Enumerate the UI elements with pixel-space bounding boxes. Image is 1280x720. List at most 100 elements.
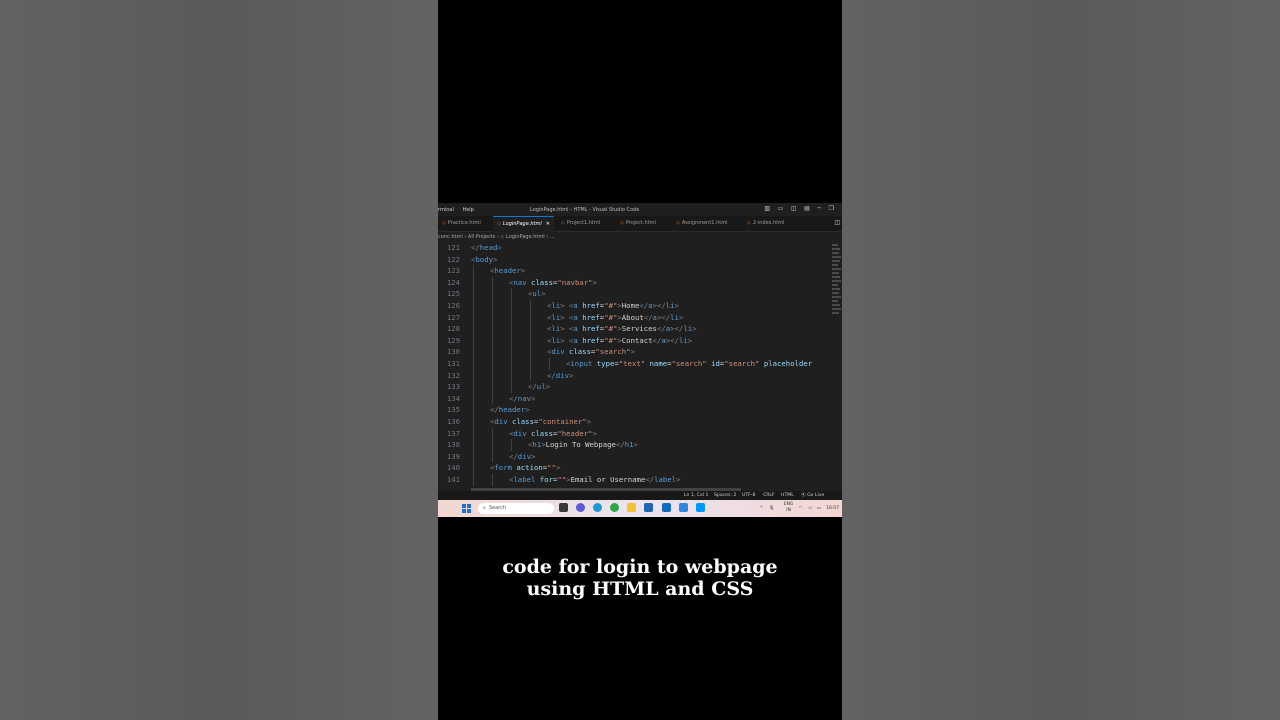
html-file-icon: ◇	[497, 221, 501, 227]
code-text: <h1>Login To Webpage</h1>	[528, 439, 638, 451]
toggle-primary-sidebar-icon[interactable]: ▥	[764, 205, 770, 212]
photos-app-icon[interactable]	[678, 503, 688, 512]
code-line[interactable]: 128 <li> <a href="#">Services</a></li>	[438, 323, 830, 335]
wifi-icon[interactable]: ◠	[799, 506, 803, 511]
code-line[interactable]: 132 </div>	[438, 369, 830, 382]
minimap-line	[832, 312, 839, 314]
minimap-line	[832, 268, 841, 270]
code-line[interactable]: 124 <nav class="navbar">	[438, 276, 830, 289]
code-text: </header>	[490, 404, 530, 416]
menu-terminal[interactable]: rminal	[438, 207, 454, 213]
minimap-line	[832, 260, 840, 262]
restore-icon[interactable]: ❐	[829, 205, 834, 212]
code-line[interactable]: 141 <label for="">Email or Username</labe…	[438, 474, 830, 486]
chrome-browser-icon[interactable]	[610, 503, 620, 512]
indent-guide	[492, 392, 493, 405]
task-view-icon[interactable]	[559, 503, 568, 512]
edge-browser-icon[interactable]	[593, 503, 603, 512]
code-line[interactable]: 129 <li> <a href="#">Contact</a></li>	[438, 334, 830, 347]
code-token: "#"	[604, 301, 618, 310]
indent-guide	[473, 265, 474, 277]
code-line[interactable]: 137 <div class="header">	[438, 427, 830, 440]
language-indicator[interactable]: ENG IN	[780, 502, 793, 514]
blurred-background-right	[842, 0, 1280, 720]
minimap-line	[832, 256, 841, 258]
breadcrumb-item[interactable]: LoginPage.html	[506, 234, 545, 240]
code-token: ul	[532, 289, 542, 299]
end-of-line[interactable]: CRLF	[763, 491, 775, 500]
windows-start-icon[interactable]	[462, 504, 471, 513]
code-token: h1	[624, 440, 634, 450]
customize-layout-icon[interactable]: ▤	[804, 205, 810, 212]
code-line[interactable]: 125 <ul>	[438, 288, 830, 300]
indent-guide	[473, 276, 474, 289]
code-line[interactable]: 122 <body>	[438, 254, 830, 266]
code-line[interactable]: 136 <div class="container">	[438, 416, 830, 428]
toggle-secondary-sidebar-icon[interactable]: ◫	[791, 205, 797, 212]
code-token: class	[512, 417, 534, 426]
tab-project1[interactable]: ◇ Project1.html	[561, 216, 600, 231]
code-line[interactable]: 139 </div>	[438, 450, 830, 463]
language-mode[interactable]: HTML	[781, 491, 794, 500]
breadcrumb-item[interactable]: All Projects	[468, 234, 496, 240]
vscode-app-icon[interactable]	[695, 503, 705, 512]
code-line[interactable]: 140 <form action="">	[438, 462, 830, 474]
code-line[interactable]: 126 <li> <a href="#">Home</a></li>	[438, 300, 830, 312]
indent-guide	[492, 311, 493, 324]
tab-label: 2-index.html	[752, 220, 785, 226]
indentation[interactable]: Spaces: 2	[714, 491, 736, 500]
minimize-icon[interactable]: ─	[817, 205, 821, 212]
close-tab-icon[interactable]: ✕	[546, 221, 550, 227]
code-line[interactable]: 121 </head>	[438, 242, 830, 254]
tab-2-index[interactable]: ◇ 2-index.html	[747, 216, 785, 231]
tab-practice[interactable]: ◇ Practice.html	[442, 216, 481, 231]
code-token: Contact	[621, 335, 653, 345]
file-explorer-icon[interactable]	[627, 503, 637, 512]
menu-help[interactable]: Help	[462, 207, 473, 213]
microphone-icon[interactable]: 🎙︎	[769, 506, 775, 511]
clock[interactable]: 16:07	[826, 506, 839, 511]
code-token: Email or Username	[570, 475, 646, 484]
volume-icon[interactable]: ◁	[808, 506, 811, 511]
indent-guide	[492, 427, 493, 440]
tab-project[interactable]: ◇ Project.html	[620, 216, 656, 231]
taskbar-search-box[interactable]: ⌕ Search	[478, 503, 554, 514]
tab-assignment1[interactable]: ◇ Assignment1.html	[676, 216, 727, 231]
code-editor[interactable]: 121 </head> 122 <body> 123 <header> 124 <nav cl…	[438, 242, 830, 491]
breadcrumb-item[interactable]: conc.html	[438, 234, 463, 240]
indent-guide	[473, 450, 474, 463]
battery-icon[interactable]: ▭	[817, 506, 821, 511]
html-file-icon: ◇	[620, 220, 624, 226]
breadcrumb-item[interactable]: ...	[550, 234, 555, 240]
tab-label: Project.html	[625, 220, 656, 226]
minimap[interactable]	[830, 242, 842, 334]
cursor-position[interactable]: Ln 1, Col 1	[684, 491, 708, 500]
indent-guide	[511, 311, 512, 324]
outlook-app-icon[interactable]	[661, 503, 671, 512]
code-line[interactable]: 123 <header>	[438, 265, 830, 277]
word-app-icon[interactable]	[644, 503, 654, 512]
line-number: 140	[446, 463, 460, 473]
split-editor-icon[interactable]: ◫	[834, 219, 840, 226]
code-line[interactable]: 127 <li> <a href="#">About</a></li>	[438, 311, 830, 324]
code-line[interactable]: 135 </header>	[438, 404, 830, 416]
code-line[interactable]: 138 <h1>Login To Webpage</h1>	[438, 439, 830, 451]
code-token: ></	[670, 324, 684, 334]
indent-guide	[511, 346, 512, 358]
chevron-up-icon[interactable]: ^	[760, 506, 764, 511]
code-token: ""	[547, 463, 556, 473]
code-line[interactable]: 130 <div class="search">	[438, 346, 830, 358]
code-token: div	[513, 428, 527, 438]
code-line[interactable]: 131 <input type="text" name="search" id="…	[438, 358, 830, 370]
encoding[interactable]: UTF-8	[742, 491, 755, 500]
toggle-panel-icon[interactable]: ▭	[778, 205, 784, 212]
go-live-button[interactable]: ⦿ Go Live	[801, 491, 824, 500]
code-line[interactable]: 133 </ul>	[438, 381, 830, 393]
html-file-icon: ◇	[442, 220, 446, 226]
code-line[interactable]: 134 </nav>	[438, 392, 830, 405]
search-placeholder: Search	[488, 505, 506, 511]
code-token: label	[513, 475, 536, 484]
tab-loginpage[interactable]: ◇ LoginPage.html ✕	[493, 216, 554, 232]
minimap-line	[832, 276, 840, 278]
chat-app-icon[interactable]	[576, 503, 586, 512]
